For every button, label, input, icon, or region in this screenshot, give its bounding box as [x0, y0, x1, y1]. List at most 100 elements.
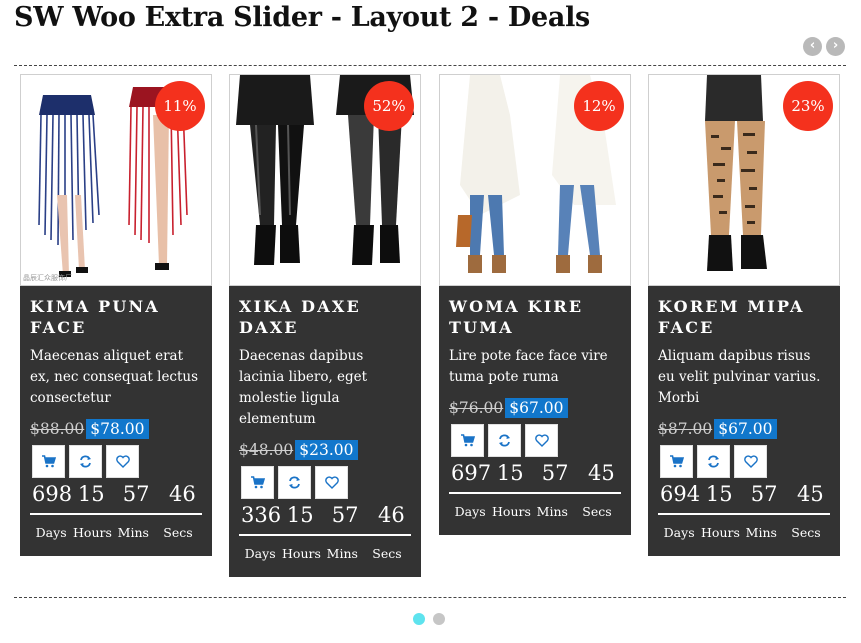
product-name[interactable]: Kima Puna Face	[30, 296, 202, 338]
product-description: Lire pote face face vire tuma pote ruma	[449, 348, 608, 385]
unit-secs: Secs	[372, 546, 402, 561]
countdown-units: Days Hours Mins Secs	[658, 515, 830, 540]
wishlist-button[interactable]	[525, 424, 558, 457]
countdown-values: 336 15 57 46	[239, 503, 411, 536]
product-description: Aliquam dapibus risus eu velit pulvinar …	[658, 348, 821, 406]
product-image[interactable]: 52%	[229, 74, 421, 286]
product-image[interactable]: 晶辰汇众服饰厂 11%	[20, 74, 212, 286]
compare-icon	[289, 476, 300, 489]
unit-days: Days	[35, 525, 67, 540]
page-title: SW Woo Extra Slider - Layout 2 - Deals	[14, 2, 590, 33]
product-name[interactable]: Xika Daxe Daxe	[239, 296, 411, 338]
top-divider	[14, 65, 846, 66]
unit-hours: Hours	[701, 525, 740, 540]
discount-badge: 52%	[364, 81, 414, 131]
unit-hours: Hours	[282, 546, 321, 561]
countdown-hours: 15	[496, 461, 524, 485]
old-price: $48.00	[239, 441, 294, 459]
unit-days: Days	[244, 546, 276, 561]
compare-button[interactable]	[69, 445, 102, 478]
bottom-divider	[14, 597, 846, 598]
countdown-secs: 46	[169, 482, 196, 506]
unit-days: Days	[663, 525, 695, 540]
product-name[interactable]: Korem Mipa Face	[658, 296, 830, 338]
old-price: $88.00	[30, 420, 85, 438]
product-image[interactable]: 23%	[648, 74, 840, 286]
discount-badge: 12%	[574, 81, 624, 131]
countdown-days: 694	[660, 482, 701, 506]
old-price: $87.00	[658, 420, 713, 438]
unit-mins: Mins	[536, 504, 568, 519]
countdown-hours: 15	[705, 482, 733, 506]
chevron-right-icon: ›	[832, 38, 839, 53]
wishlist-button[interactable]	[734, 445, 767, 478]
countdown-mins: 57	[122, 482, 150, 506]
add-to-cart-button[interactable]	[451, 424, 484, 457]
product-card: 52% Xika Daxe Daxe Daecenas dapibus laci…	[229, 74, 421, 577]
unit-hours: Hours	[73, 525, 112, 540]
unit-secs: Secs	[163, 525, 193, 540]
sale-price: $78.00	[86, 419, 149, 439]
countdown-secs: 46	[378, 503, 405, 527]
add-to-cart-button[interactable]	[241, 466, 274, 499]
countdown-hours: 15	[286, 503, 314, 527]
compare-icon	[499, 434, 510, 447]
product-description: Maecenas aliquet erat ex, nec consequat …	[30, 348, 199, 406]
unit-secs: Secs	[791, 525, 821, 540]
cart-icon	[41, 455, 56, 468]
countdown-units: Days Hours Mins Secs	[239, 536, 411, 561]
sale-price: $67.00	[505, 398, 568, 418]
countdown-mins: 57	[750, 482, 778, 506]
countdown-days: 336	[241, 503, 282, 527]
product-card: 晶辰汇众服饰厂 11% Kima Puna Face Maecenas aliq…	[20, 74, 212, 556]
product-name[interactable]: Woma Kire Tuma	[449, 296, 621, 338]
compare-button[interactable]	[488, 424, 521, 457]
compare-icon	[708, 455, 719, 468]
add-to-cart-button[interactable]	[660, 445, 693, 478]
next-slide-button[interactable]: ›	[826, 37, 845, 56]
product-card: 23% Korem Mipa Face Aliquam dapibus risu…	[648, 74, 840, 556]
product-image[interactable]: 12%	[439, 74, 631, 286]
cart-icon	[460, 434, 475, 447]
countdown-days: 698	[32, 482, 73, 506]
unit-mins: Mins	[326, 546, 358, 561]
sale-price: $23.00	[295, 440, 358, 460]
countdown-values: 697 15 57 45	[449, 461, 621, 494]
countdown-days: 697	[451, 461, 492, 485]
countdown-secs: 45	[588, 461, 615, 485]
wishlist-heart-icon	[115, 455, 130, 468]
countdown-values: 698 15 57 46	[30, 482, 202, 515]
unit-hours: Hours	[492, 504, 531, 519]
countdown-mins: 57	[541, 461, 569, 485]
countdown-units: Days Hours Mins Secs	[30, 515, 202, 540]
compare-button[interactable]	[278, 466, 311, 499]
discount-badge: 23%	[783, 81, 833, 131]
wishlist-button[interactable]	[315, 466, 348, 499]
add-to-cart-button[interactable]	[32, 445, 65, 478]
wishlist-heart-icon	[534, 434, 549, 447]
countdown-secs: 45	[797, 482, 824, 506]
pagination-dots	[413, 613, 445, 625]
wishlist-heart-icon	[324, 476, 339, 489]
sale-price: $67.00	[714, 419, 777, 439]
countdown-units: Days Hours Mins Secs	[449, 494, 621, 519]
pagination-dot[interactable]	[433, 613, 445, 625]
countdown-values: 694 15 57 45	[658, 482, 830, 515]
svg-text:晶辰汇众服饰厂: 晶辰汇众服饰厂	[23, 273, 72, 282]
cart-icon	[250, 476, 265, 489]
product-card: 12% Woma Kire Tuma Lire pote face face v…	[439, 74, 631, 535]
product-description: Daecenas dapibus lacinia libero, eget mo…	[239, 348, 368, 427]
unit-mins: Mins	[745, 525, 777, 540]
pagination-dot[interactable]	[413, 613, 425, 625]
prev-slide-button[interactable]: ‹	[803, 37, 822, 56]
slider-nav: ‹ ›	[803, 37, 845, 56]
unit-mins: Mins	[117, 525, 149, 540]
countdown-mins: 57	[331, 503, 359, 527]
wishlist-heart-icon	[743, 455, 758, 468]
compare-button[interactable]	[697, 445, 730, 478]
discount-badge: 11%	[155, 81, 205, 131]
wishlist-button[interactable]	[106, 445, 139, 478]
chevron-left-icon: ‹	[809, 38, 816, 53]
unit-secs: Secs	[582, 504, 612, 519]
compare-icon	[80, 455, 91, 468]
